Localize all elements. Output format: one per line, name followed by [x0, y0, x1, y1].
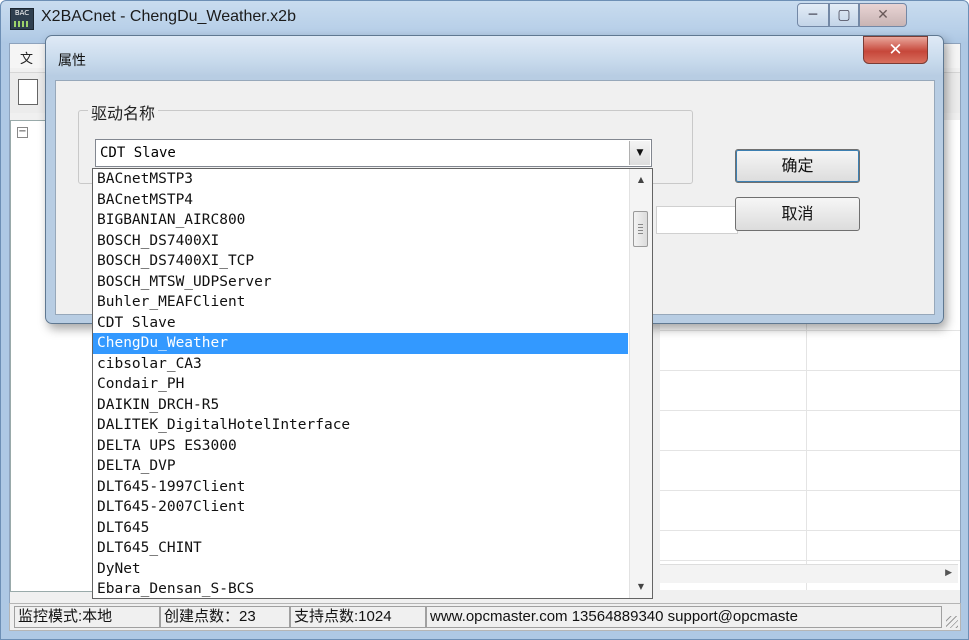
dropdown-item[interactable]: DELTA UPS ES3000	[93, 436, 628, 457]
main-titlebar[interactable]: BAC X2BACnet - ChengDu_Weather.x2b ─ ▢ ✕	[1, 1, 968, 35]
scroll-up-icon[interactable]: ▲	[630, 171, 652, 189]
resize-grip-icon[interactable]	[946, 616, 958, 628]
window-title: X2BACnet - ChengDu_Weather.x2b	[41, 8, 296, 25]
hidden-text-field[interactable]	[656, 206, 738, 234]
status-contact: www.opcmaster.com 13564889340 support@op…	[426, 606, 942, 628]
dropdown-item[interactable]: BOSCH_DS7400XI_TCP	[93, 251, 628, 272]
status-supported-points: 支持点数:1024	[290, 606, 426, 628]
cancel-button[interactable]: 取消	[735, 197, 860, 231]
dropdown-item[interactable]: BIGBANIAN_AIRC800	[93, 210, 628, 231]
new-document-icon[interactable]	[18, 79, 38, 105]
minimize-button[interactable]: ─	[797, 3, 829, 27]
status-created-points: 创建点数：23	[160, 606, 290, 628]
dropdown-item[interactable]: CDT Slave	[93, 313, 628, 334]
grid-row-line	[660, 410, 960, 411]
tree-collapse-icon[interactable]: −	[17, 127, 28, 138]
driver-name-label: 驱动名称	[88, 100, 159, 124]
dropdown-item[interactable]: DLT645_CHINT	[93, 538, 628, 559]
close-button[interactable]: ✕	[859, 3, 907, 27]
app-icon-bars	[14, 21, 29, 27]
horizontal-scrollbar[interactable]: ▶	[660, 564, 958, 583]
status-mode: 监控模式:本地	[14, 606, 160, 628]
maximize-button[interactable]: ▢	[829, 3, 859, 27]
dialog-title: 属性	[58, 53, 86, 69]
scroll-right-icon[interactable]: ▶	[945, 568, 952, 578]
dropdown-item[interactable]: DAIKIN_DRCH-R5	[93, 395, 628, 416]
grid-row-line	[660, 370, 960, 371]
menu-item-file[interactable]: 文	[20, 48, 33, 67]
scroll-down-icon[interactable]: ▼	[630, 578, 652, 596]
dropdown-item[interactable]: Ebara_Densan_S-BCS	[93, 579, 628, 598]
dropdown-item[interactable]: BACnetMSTP3	[93, 169, 628, 190]
app-icon: BAC	[10, 8, 34, 30]
vertical-scrollbar[interactable]: ▲ ▼	[629, 169, 652, 598]
dropdown-item[interactable]: Buhler_MEAFClient	[93, 292, 628, 313]
ok-button[interactable]: 确定	[735, 149, 860, 183]
grid-row-line	[660, 490, 960, 491]
dropdown-item[interactable]: DLT645-1997Client	[93, 477, 628, 498]
combo-selected-value: CDT Slave	[100, 145, 176, 161]
grid-row-line	[660, 530, 960, 531]
app-icon-label: BAC	[14, 9, 30, 17]
grid-row-line	[660, 450, 960, 451]
dropdown-item[interactable]: BACnetMSTP4	[93, 190, 628, 211]
dropdown-item[interactable]: DLT645	[93, 518, 628, 539]
driver-dropdown-list[interactable]: BACnetMSTP3 BACnetMSTP4 BIGBANIAN_AIRC800 B…	[92, 168, 653, 599]
thumb-grip-icon	[638, 224, 643, 234]
dropdown-item[interactable]: DALITEK_DigitalHotelInterface	[93, 415, 628, 436]
dropdown-item[interactable]: BOSCH_MTSW_UDPServer	[93, 272, 628, 293]
status-bar: 监控模式:本地 创建点数：23 支持点数:1024 www.opcmaster.…	[9, 603, 961, 631]
dropdown-item[interactable]: cibsolar_CA3	[93, 354, 628, 375]
dialog-close-button[interactable]: ✕	[863, 36, 928, 64]
scrollbar-thumb[interactable]	[633, 211, 648, 247]
dropdown-item[interactable]: Condair_PH	[93, 374, 628, 395]
dropdown-item[interactable]: ChengDu_Weather	[93, 333, 628, 354]
grid-row-line	[660, 330, 960, 331]
dropdown-item[interactable]: DyNet	[93, 559, 628, 580]
dropdown-items: BACnetMSTP3 BACnetMSTP4 BIGBANIAN_AIRC800 B…	[93, 169, 628, 598]
dropdown-item[interactable]: DLT645-2007Client	[93, 497, 628, 518]
dropdown-item[interactable]: DELTA_DVP	[93, 456, 628, 477]
dropdown-item[interactable]: BOSCH_DS7400XI	[93, 231, 628, 252]
dropdown-arrow-icon[interactable]: ▼	[629, 141, 650, 165]
grid-row-line	[660, 560, 960, 561]
driver-name-combobox[interactable]: CDT Slave ▼	[95, 139, 652, 167]
